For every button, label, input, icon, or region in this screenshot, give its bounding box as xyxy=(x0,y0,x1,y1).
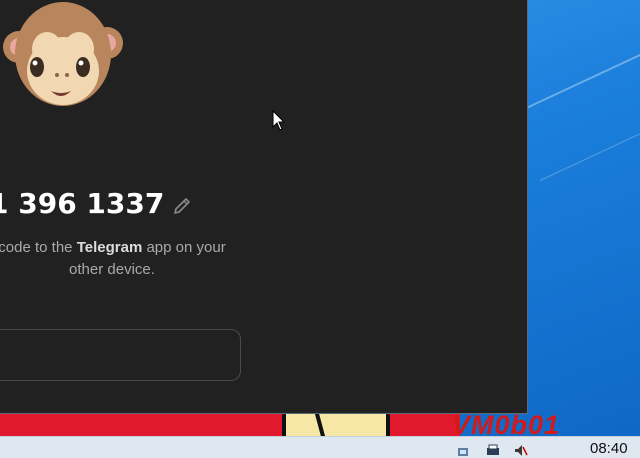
wallpaper-streak xyxy=(519,25,640,112)
instruction-text-part: code to the xyxy=(0,239,77,256)
instruction-text-part: app on your xyxy=(142,239,226,256)
printer-tray-icon[interactable] xyxy=(486,444,500,457)
wallpaper-red-band xyxy=(0,414,460,438)
monkey-emoji-icon xyxy=(3,2,123,106)
wallpaper-streak xyxy=(539,112,640,181)
instruction-text: code to the Telegram app on your other d… xyxy=(0,237,237,281)
taskbar-clock[interactable]: 08:40 xyxy=(590,440,628,457)
edit-pencil-icon[interactable] xyxy=(171,195,193,217)
code-input[interactable] xyxy=(0,329,241,381)
phone-number: 1 396 1337 xyxy=(0,187,165,220)
mouse-cursor-icon xyxy=(272,110,286,131)
telegram-app-name: Telegram xyxy=(76,239,143,256)
taskbar xyxy=(0,436,640,458)
instruction-text-line2: other device. xyxy=(69,261,155,278)
telegram-window: 1 396 1337 code to the Telegram app on y… xyxy=(0,0,528,414)
network-tray-icon[interactable] xyxy=(456,444,470,457)
volume-muted-tray-icon[interactable] xyxy=(514,444,528,457)
